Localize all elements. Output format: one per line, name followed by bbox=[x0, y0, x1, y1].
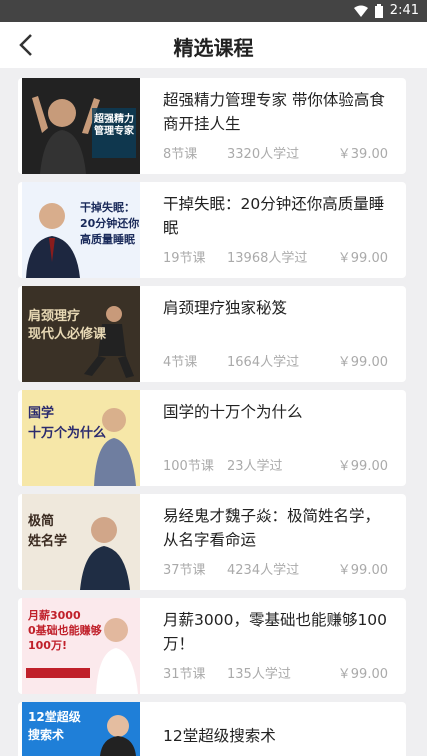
thumbnail-text: 月薪3000 0基础也能赚够 100万! bbox=[28, 609, 102, 652]
course-price: ￥39.00 bbox=[337, 147, 388, 162]
thumbnail-text: 国学 十万个为什么 bbox=[28, 406, 107, 441]
thumbnail-text: 超强精力 管理专家 bbox=[94, 114, 134, 137]
thumbnail-text: 极简 姓名学 bbox=[28, 514, 68, 549]
battery-icon bbox=[374, 3, 383, 18]
lesson-count: 4节课 bbox=[163, 355, 198, 370]
wifi-icon bbox=[353, 5, 368, 17]
course-title: 月薪3000，零基础也能赚够100万！ bbox=[163, 611, 388, 653]
lesson-count: 100节课 bbox=[163, 459, 214, 474]
course-meta: 31节课 135人学过 ￥99.00 bbox=[163, 663, 388, 682]
learner-count: 135人学过 bbox=[227, 667, 291, 682]
course-card[interactable]: 干掉失眠： 20分钟还你 高质量睡眠 干掉失眠：20分钟还你高质量睡眠 19节课… bbox=[18, 182, 406, 278]
learner-count: 4234人学过 bbox=[227, 563, 300, 578]
course-price: ￥99.00 bbox=[337, 459, 388, 474]
course-title: 肩颈理疗独家秘笈 bbox=[163, 299, 288, 317]
course-title: 超强精力管理专家 带你体验高食商开挂人生 bbox=[163, 91, 385, 133]
lesson-count: 31节课 bbox=[163, 667, 206, 682]
lesson-count: 19节课 bbox=[163, 251, 206, 266]
course-meta: 8节课 3320人学过 ￥39.00 bbox=[163, 143, 388, 162]
course-card[interactable]: 肩颈理疗 现代人必修课 肩颈理疗独家秘笈 4节课 1664人学过 ￥99.00 bbox=[18, 286, 406, 382]
status-icons: 2:41 bbox=[353, 3, 419, 18]
thumbnail-text: 干掉失眠： 20分钟还你 高质量睡眠 bbox=[80, 201, 140, 246]
course-card[interactable]: 极简 姓名学 易经鬼才魏子焱：极简姓名学，从名字看命运 37节课 4234人学过… bbox=[18, 494, 406, 590]
course-card[interactable]: 月薪3000 0基础也能赚够 100万! 月薪3000，零基础也能赚够100万！… bbox=[18, 598, 406, 694]
course-meta: 4节课 1664人学过 ￥99.00 bbox=[163, 351, 388, 370]
course-thumbnail: 月薪3000 0基础也能赚够 100万! bbox=[22, 598, 140, 694]
course-thumbnail: 肩颈理疗 现代人必修课 bbox=[22, 286, 140, 382]
thumbnail-text: 12堂超级 搜索术 bbox=[28, 710, 81, 742]
lesson-count: 8节课 bbox=[163, 147, 198, 162]
course-thumbnail: 干掉失眠： 20分钟还你 高质量睡眠 bbox=[22, 182, 140, 278]
course-thumbnail: 极简 姓名学 bbox=[22, 494, 140, 590]
status-time: 2:41 bbox=[389, 3, 419, 18]
course-title: 12堂超级搜索术 bbox=[163, 727, 276, 745]
learner-count: 1664人学过 bbox=[227, 355, 300, 370]
learner-count: 23人学过 bbox=[227, 459, 283, 474]
learner-count: 13968人学过 bbox=[227, 251, 308, 266]
course-price: ￥99.00 bbox=[337, 667, 388, 682]
course-title: 国学的十万个为什么 bbox=[163, 403, 303, 421]
course-card[interactable]: 国学 十万个为什么 国学的十万个为什么 100节课 23人学过 ￥99.00 bbox=[18, 390, 406, 486]
course-title: 干掉失眠：20分钟还你高质量睡眠 bbox=[163, 195, 385, 237]
status-bar: 2:41 bbox=[0, 0, 427, 22]
course-price: ￥99.00 bbox=[337, 355, 388, 370]
course-thumbnail: 超强精力 管理专家 bbox=[22, 78, 140, 174]
page-title: 精选课程 bbox=[173, 36, 254, 60]
lesson-count: 37节课 bbox=[163, 563, 206, 578]
course-title: 易经鬼才魏子焱：极简姓名学，从名字看命运 bbox=[163, 507, 381, 549]
course-card[interactable]: 12堂超级 搜索术 12堂超级搜索术 bbox=[18, 702, 406, 756]
learner-count: 3320人学过 bbox=[227, 147, 300, 162]
course-thumbnail: 国学 十万个为什么 bbox=[22, 390, 140, 486]
course-price: ￥99.00 bbox=[337, 563, 388, 578]
course-meta: 19节课 13968人学过 ￥99.00 bbox=[163, 247, 388, 266]
course-meta: 100节课 23人学过 ￥99.00 bbox=[163, 455, 388, 474]
nav-bar: 精选课程 bbox=[0, 22, 427, 68]
course-thumbnail: 12堂超级 搜索术 bbox=[22, 702, 140, 756]
course-meta: 37节课 4234人学过 ￥99.00 bbox=[163, 559, 388, 578]
course-price: ￥99.00 bbox=[337, 251, 388, 266]
course-card[interactable]: 超强精力 管理专家 超强精力管理专家 带你体验高食商开挂人生 8节课 3320人… bbox=[18, 78, 406, 174]
thumbnail-text: 肩颈理疗 现代人必修课 bbox=[28, 309, 107, 342]
